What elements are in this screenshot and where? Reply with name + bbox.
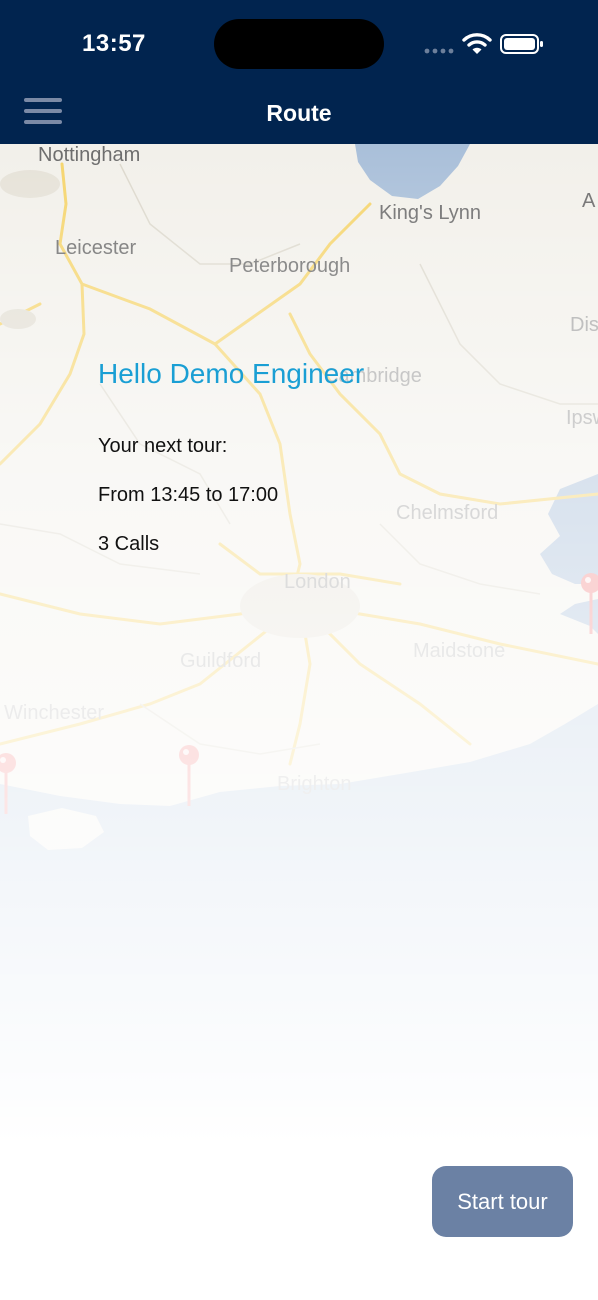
next-tour-label: Your next tour: [98, 435, 228, 457]
route-screen: Nottingham King's Lynn A Leicester Peter… [0, 0, 598, 1300]
map-label-guildford: Guildford [180, 650, 262, 672]
map-pin-icon[interactable] [178, 744, 200, 810]
map-label-leicester: Leicester [55, 237, 137, 259]
start-tour-button[interactable]: Start tour [432, 1166, 573, 1237]
map-label-partial-ipswich: Ipsw [566, 407, 598, 429]
greeting-title: Hello Demo Engineer [98, 358, 365, 389]
signal-dots-icon [424, 48, 454, 54]
map-label-nottingham: Nottingham [38, 144, 141, 166]
nav-bar: 13:57 Route [0, 0, 598, 144]
map-label-maidstone: Maidstone [413, 640, 506, 662]
dynamic-island [214, 19, 384, 69]
map-label-chelmsford: Chelmsford [396, 502, 499, 524]
nav-title: Route [266, 100, 332, 126]
map-label-london: London [284, 571, 351, 593]
map-label-partial-a: A [582, 190, 596, 212]
map-pin-icon[interactable] [580, 572, 598, 638]
tour-time-range: From 13:45 to 17:00 [98, 484, 279, 506]
battery-icon [500, 34, 543, 54]
route-map[interactable]: Nottingham King's Lynn A Leicester Peter… [0, 144, 598, 1300]
status-time: 13:57 [82, 30, 146, 57]
tour-calls-count: 3 Calls [98, 533, 160, 555]
map-pin-icon[interactable] [0, 752, 17, 818]
wifi-icon [462, 33, 492, 54]
map-label-partial-dis: Dis [570, 314, 598, 336]
map-label-peterborough: Peterborough [229, 255, 351, 277]
map-label-kings-lynn: King's Lynn [379, 202, 482, 224]
map-label-brighton: Brighton [277, 773, 352, 795]
map-label-winchester: Winchester [4, 702, 105, 724]
